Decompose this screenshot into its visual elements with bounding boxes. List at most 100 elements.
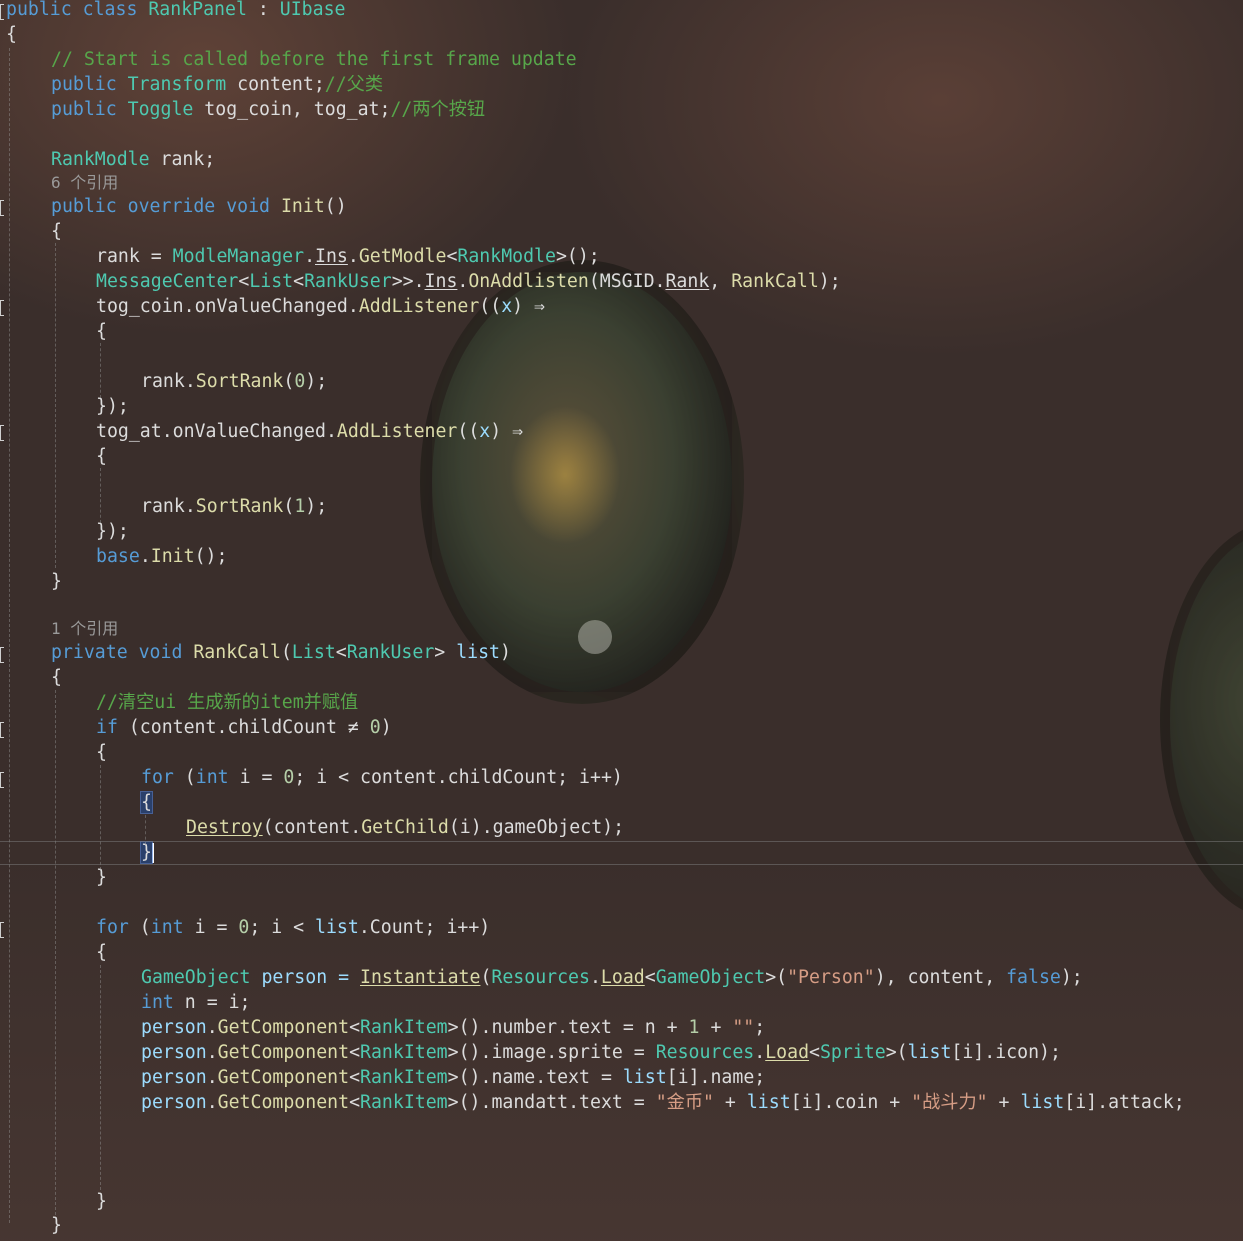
fold-marker[interactable] (0, 722, 4, 738)
type: Transform (127, 74, 227, 95)
code-text: n = i; (173, 992, 251, 1013)
code-line[interactable]: // Start is called before the first fram… (51, 47, 577, 72)
fold-marker[interactable] (0, 300, 4, 316)
fold-marker[interactable] (0, 922, 4, 938)
code-line[interactable]: } (51, 1213, 62, 1238)
code-text: ( (128, 917, 151, 938)
field: rank (141, 371, 185, 392)
code-line[interactable]: person.GetComponent<RankItem>().name.tex… (141, 1065, 765, 1090)
code-text: . (216, 717, 228, 738)
member: Ins (315, 246, 348, 267)
code-text: . (568, 1092, 580, 1113)
type: RankUser (346, 642, 435, 663)
indent-guide (55, 690, 56, 1215)
fold-marker[interactable] (0, 425, 4, 441)
fold-marker[interactable] (0, 200, 4, 216)
code-line[interactable]: public Transform content;//父类 (51, 72, 383, 97)
method-name: Init (150, 546, 195, 567)
code-text: >( (885, 1042, 908, 1063)
code-text: . (1097, 1092, 1109, 1113)
number: 1 (294, 496, 306, 517)
fold-marker[interactable] (0, 772, 4, 788)
code-line[interactable]: } (51, 569, 62, 594)
fold-marker[interactable] (0, 647, 4, 663)
local-variable: person (141, 1092, 207, 1113)
code-line[interactable]: { (6, 22, 17, 47)
type: GameObject (655, 967, 766, 988)
code-line[interactable]: { (96, 444, 107, 469)
code-line[interactable]: person.GetComponent<RankItem>().number.t… (141, 1015, 765, 1040)
code-line[interactable]: private void RankCall(List<RankUser> lis… (51, 640, 511, 665)
brace: { (96, 942, 107, 963)
field: rank (141, 496, 185, 517)
code-line[interactable]: if (content.childCount ≠ 0) (96, 715, 392, 740)
code-editor[interactable]: public class RankPanel : UIbase { // Sta… (0, 0, 1243, 1241)
number: 1 (688, 1017, 700, 1038)
code-text: . (206, 1067, 218, 1088)
code-line[interactable]: int n = i; (141, 990, 251, 1015)
current-line-highlight (0, 841, 1243, 865)
code-text: Count; i++) (369, 917, 491, 938)
method-name: Load (600, 967, 645, 988)
field: tog_coin (96, 296, 184, 317)
fold-marker[interactable] (0, 4, 4, 20)
code-text: childCount ≠ (227, 717, 370, 738)
code-line[interactable]: { (96, 740, 107, 765)
brace: { (96, 321, 107, 342)
brace: { (51, 221, 62, 242)
code-text: < (349, 1017, 361, 1038)
code-line[interactable]: { (51, 219, 62, 244)
code-text: . (347, 296, 359, 317)
code-line[interactable]: } (96, 1189, 107, 1214)
code-line[interactable]: rank = ModleManager.Ins.GetModle<RankMod… (96, 244, 600, 269)
code-text: ( (480, 967, 492, 988)
code-text: < (293, 271, 305, 292)
code-line[interactable]: public override void Init() (51, 194, 347, 219)
code-text: < (644, 967, 656, 988)
keyword: public (51, 99, 117, 120)
code-line[interactable]: public Toggle tog_coin, tog_at;//两个按钮 (51, 97, 485, 122)
code-text: : (246, 0, 280, 20)
type: RankModle (51, 149, 150, 170)
code-line[interactable]: for (int i = 0; i < list.Count; i++) (96, 915, 490, 940)
code-line[interactable]: person.GetComponent<RankItem>().image.sp… (141, 1040, 1061, 1065)
code-line[interactable]: { (96, 319, 107, 344)
matched-brace: { (140, 791, 153, 814)
code-line[interactable]: public class RankPanel : UIbase (6, 0, 345, 22)
code-text: . (184, 371, 196, 392)
code-line[interactable]: Destroy(content.GetChild(i).gameObject); (186, 815, 624, 840)
method-name: GetModle (358, 246, 447, 267)
code-line[interactable]: MessageCenter<List<RankUser>>.Ins.OnAddl… (96, 269, 841, 294)
code-line[interactable]: for (int i = 0; i < content.childCount; … (141, 765, 623, 790)
reference-count[interactable]: 6 个引用 (51, 173, 118, 192)
member: mandatt (491, 1092, 569, 1113)
code-line[interactable]: //清空ui 生成新的item并赋值 (96, 690, 358, 715)
codelens-references[interactable]: 1 个引用 (51, 616, 118, 641)
code-line[interactable]: } (96, 865, 107, 890)
code-line[interactable]: RankModle rank; (51, 147, 215, 172)
indent-guide (100, 965, 101, 1190)
code-text: (content (117, 717, 217, 738)
code-line[interactable]: { (140, 790, 153, 815)
code-text: . (183, 296, 195, 317)
code-line[interactable]: base.Init(); (96, 544, 227, 569)
base-class: UIbase (279, 0, 346, 20)
method-name: AddListener (336, 421, 458, 442)
code-line[interactable]: tog_at.onValueChanged.AddListener((x) ⇒ (96, 419, 523, 444)
member: name (491, 1067, 536, 1088)
code-line[interactable]: person.GetComponent<RankItem>().mandatt.… (141, 1090, 1185, 1115)
code-text: ( (173, 767, 196, 788)
code-text: text = (579, 1092, 656, 1113)
code-line[interactable]: rank.SortRank(1); (141, 494, 327, 519)
code-line[interactable]: GameObject person = Instantiate(Resource… (141, 965, 1083, 990)
code-line[interactable]: rank.SortRank(0); (141, 369, 327, 394)
code-text: ) (500, 642, 511, 663)
method-name: Load (765, 1042, 810, 1063)
code-text: . (699, 1067, 711, 1088)
code-line[interactable]: { (51, 665, 62, 690)
reference-count[interactable]: 1 个引用 (51, 619, 118, 638)
code-line[interactable]: tog_coin.onValueChanged.AddListener((x) … (96, 294, 545, 319)
code-line[interactable]: { (96, 940, 107, 965)
code-text: (content (262, 817, 351, 838)
codelens-references[interactable]: 6 个引用 (51, 170, 118, 195)
